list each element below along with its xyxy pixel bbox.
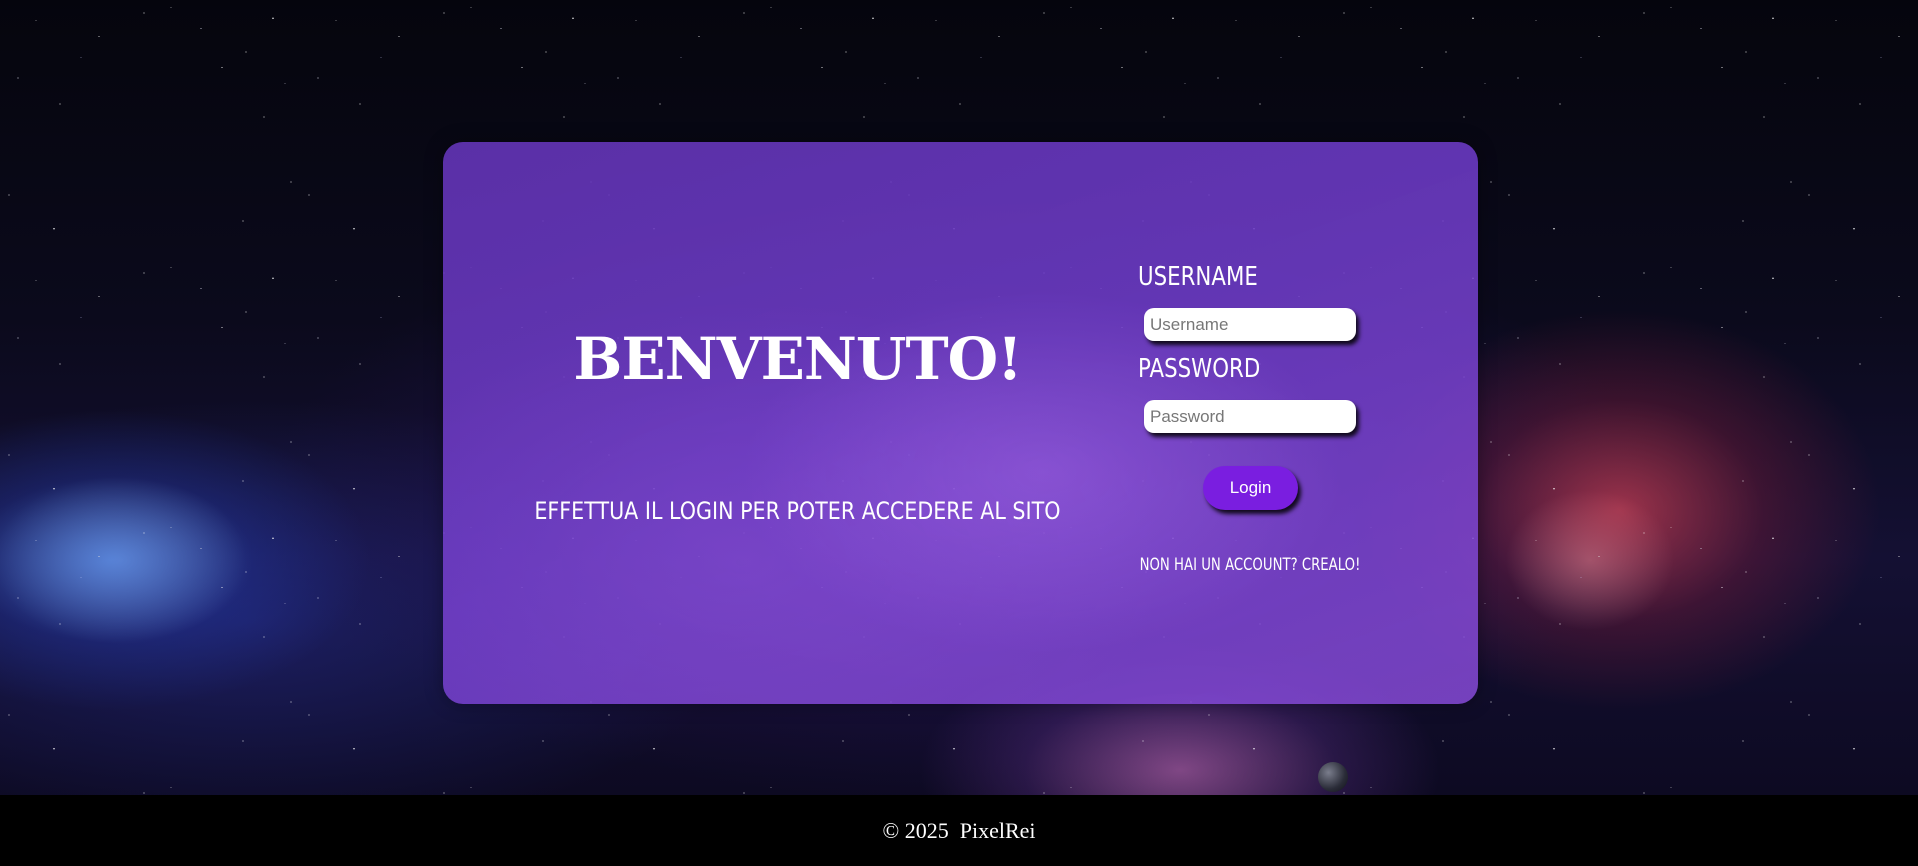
planet-icon [1318,762,1348,792]
footer-spacer [949,818,960,844]
login-button[interactable]: Login [1203,466,1298,510]
username-input[interactable] [1144,308,1356,341]
password-label: PASSWORD [1138,354,1261,384]
footer-copyright: © 2025 [882,817,949,843]
password-input[interactable] [1144,400,1356,433]
footer-brand: PixelRei [959,817,1036,843]
footer: © 2025 PixelRei [0,795,1918,866]
signup-link[interactable]: NON HAI UN ACCOUNT? CREALO! [1133,555,1367,575]
welcome-title: BENVENUTO! [573,325,1022,393]
username-label: USERNAME [1138,262,1258,292]
